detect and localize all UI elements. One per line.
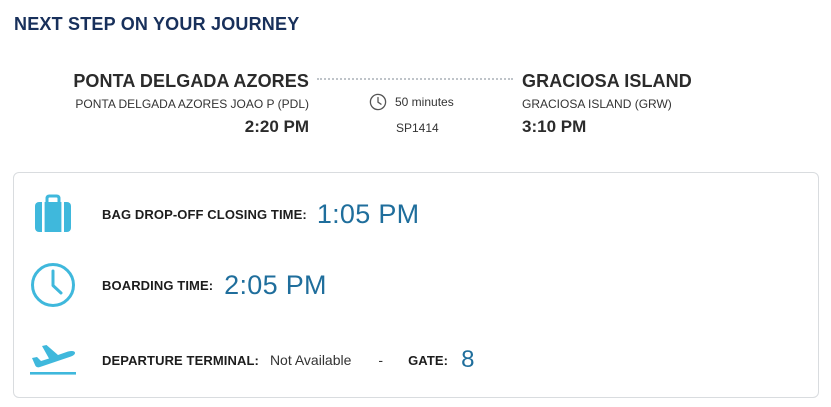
origin-airport: PONTA DELGADA AZORES JOAO P (PDL): [75, 97, 309, 111]
boarding-label: BOARDING TIME:: [102, 277, 214, 293]
bag-dropoff-value: 1:05 PM: [316, 198, 420, 229]
destination-city: GRACIOSA ISLAND: [522, 71, 692, 91]
departure-row: DEPARTURE TERMINAL: Not Available - GATE…: [102, 343, 474, 377]
clock-icon: [28, 260, 78, 310]
boarding-value: 2:05 PM: [224, 269, 327, 300]
origin-block: PONTA DELGADA AZORES PONTA DELGADA AZORE…: [19, 70, 309, 137]
gate-label: GATE:: [408, 352, 449, 368]
suitcase-icon: [28, 189, 78, 239]
destination-airport: GRACIOSA ISLAND (GRW): [522, 97, 672, 111]
origin-city: PONTA DELGADA AZORES: [73, 71, 309, 91]
plane-takeoff-icon: [28, 333, 78, 383]
journey-panel: NEXT STEP ON YOUR JOURNEY PONTA DELGADA …: [0, 0, 831, 407]
boarding-row: BOARDING TIME: 2:05 PM: [102, 268, 327, 302]
bag-dropoff-row: BAG DROP-OFF CLOSING TIME: 1:05 PM: [102, 197, 419, 231]
bag-dropoff-label: BAG DROP-OFF CLOSING TIME:: [102, 206, 307, 222]
gate-value: 8: [461, 346, 475, 373]
flight-number: SP1414: [396, 121, 439, 135]
separator: -: [378, 352, 384, 368]
page-title: NEXT STEP ON YOUR JOURNEY: [14, 14, 300, 34]
duration-text: 50 minutes: [395, 95, 454, 109]
departure-terminal-label: DEPARTURE TERMINAL:: [102, 352, 259, 368]
clock-icon: [369, 93, 387, 111]
flight-duration: 50 minutes: [369, 93, 454, 111]
arrival-time: 3:10 PM: [522, 117, 587, 136]
destination-block: GRACIOSA ISLAND GRACIOSA ISLAND (GRW) 3:…: [522, 70, 812, 137]
route-line: [317, 78, 513, 80]
departure-time: 2:20 PM: [244, 117, 309, 136]
departure-terminal-value: Not Available: [269, 352, 352, 368]
boarding-info-card: BAG DROP-OFF CLOSING TIME: 1:05 PM BOARD…: [13, 172, 819, 398]
